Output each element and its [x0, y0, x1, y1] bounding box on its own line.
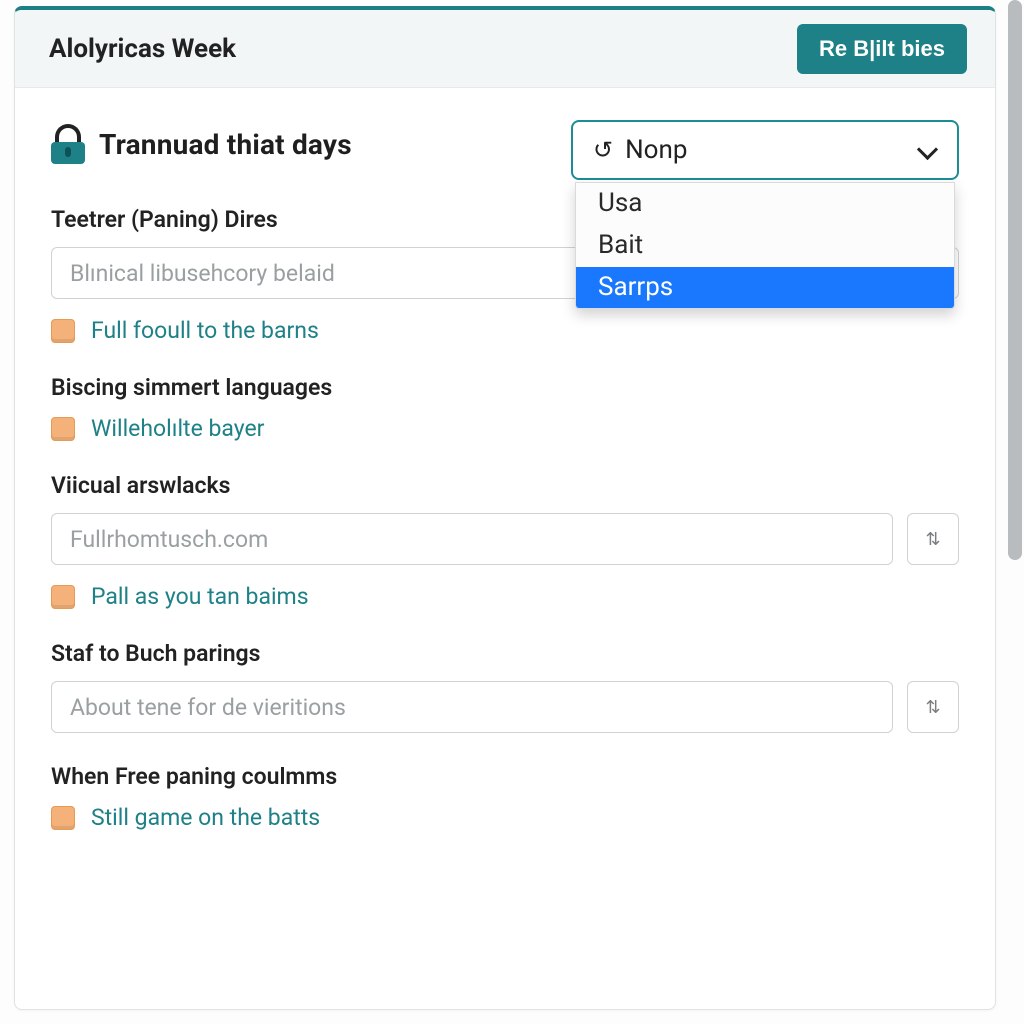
field-label: Biscing simmert languages — [51, 374, 959, 401]
checkbox-row: Still game on the batts — [51, 804, 959, 831]
sort-icon-button[interactable]: ⇅ — [907, 513, 959, 565]
field-group: Biscing simmert languages Willeholılte ba… — [51, 374, 959, 442]
text-input[interactable]: Fullrhomtusch.com — [51, 513, 893, 565]
checkbox[interactable] — [51, 806, 75, 830]
select-option[interactable]: Sarrps — [576, 267, 954, 309]
select-option[interactable]: Bait — [576, 225, 954, 267]
chevron-down-icon — [917, 140, 937, 160]
checkbox-label[interactable]: Full fooull to the barns — [91, 317, 319, 344]
panel-body: Trannuad thiat days ↻ Nonp UsaBaitSarrps… — [15, 88, 995, 831]
checkbox[interactable] — [51, 319, 75, 343]
select-option[interactable]: Usa — [576, 183, 954, 225]
field-group: Staf to Buch parings About tene for de vi… — [51, 640, 959, 733]
checkbox-label[interactable]: Still game on the batts — [91, 804, 320, 831]
settings-panel: Alolyricas Week Re B|ilt bies Trannuad t… — [14, 6, 996, 1010]
field-label: Staf to Buch parings — [51, 640, 959, 667]
refresh-icon: ↻ — [593, 136, 613, 164]
text-input[interactable]: About tene for de vieritions — [51, 681, 893, 733]
select-dropdown: UsaBaitSarrps — [575, 182, 955, 309]
rebuild-button[interactable]: Re B|ilt bies — [797, 24, 967, 74]
select-box[interactable]: ↻ Nonp — [571, 120, 959, 180]
sort-icon-button[interactable]: ⇅ — [907, 681, 959, 733]
field-label: When Free paning coulmms — [51, 763, 959, 790]
section-title: Trannuad thiat days — [99, 128, 352, 161]
checkbox-row: Willeholılte bayer — [51, 415, 959, 442]
field-label: Viicual arswlacks — [51, 472, 959, 499]
checkbox-label[interactable]: Willeholılte bayer — [91, 415, 264, 442]
select-wrapper: ↻ Nonp UsaBaitSarrps — [571, 120, 959, 180]
panel-header: Alolyricas Week Re B|ilt bies — [15, 10, 995, 88]
checkbox-row: Full fooull to the barns — [51, 317, 959, 344]
checkbox[interactable] — [51, 585, 75, 609]
section-heading-row: Trannuad thiat days ↻ Nonp UsaBaitSarrps — [51, 124, 959, 164]
checkbox-row: Pall as you tan baims — [51, 583, 959, 610]
checkbox[interactable] — [51, 417, 75, 441]
checkbox-label[interactable]: Pall as you tan baims — [91, 583, 309, 610]
input-row: Fullrhomtusch.com ⇅ — [51, 513, 959, 565]
field-group: When Free paning coulmms Still game on th… — [51, 763, 959, 831]
input-row: About tene for de vieritions ⇅ — [51, 681, 959, 733]
panel-title: Alolyricas Week — [49, 34, 236, 64]
scrollbar[interactable] — [1008, 0, 1022, 560]
field-group: Viicual arswlacks Fullrhomtusch.com ⇅ Pall … — [51, 472, 959, 610]
lock-icon — [51, 124, 85, 164]
select-value: Nonp — [625, 135, 687, 165]
